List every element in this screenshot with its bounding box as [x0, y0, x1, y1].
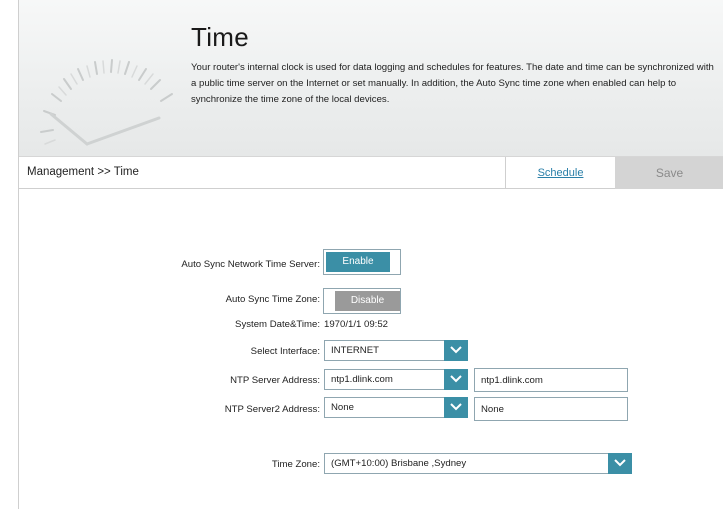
system-datetime-value: 1970/1/1 09:52 — [324, 319, 389, 330]
ntp-server2-select-value: None — [331, 402, 354, 413]
ntp-server-select-value: ntp1.dlink.com — [331, 374, 393, 385]
enable-button[interactable]: Enable — [326, 252, 390, 272]
auto-sync-ntp-label: Auto Sync Network Time Server: — [181, 259, 320, 270]
ntp-server2-input[interactable] — [475, 398, 627, 420]
page-title: Time — [191, 22, 250, 52]
ntp-server2-input-wrap — [474, 397, 628, 421]
ntp-server-input[interactable] — [475, 369, 627, 391]
chevron-down-icon — [444, 369, 468, 390]
chevron-down-icon — [444, 340, 468, 361]
clock-gauge-icon — [40, 59, 173, 146]
schedule-link[interactable]: Schedule — [505, 157, 615, 189]
time-zone-label: Time Zone: — [271, 459, 320, 470]
auto-sync-tz-toggle[interactable]: Disable — [323, 288, 401, 314]
disable-button[interactable]: Disable — [335, 291, 400, 311]
ntp-server2-select[interactable]: None — [324, 397, 468, 418]
management-bar: Management >> Time Schedule Save — [19, 157, 723, 189]
page-header: Time Your router's internal clock is use… — [19, 0, 723, 157]
ntp-server-select[interactable]: ntp1.dlink.com — [324, 369, 468, 390]
page-description: Your router's internal clock is used for… — [191, 62, 714, 105]
ntp-server2-label: NTP Server2 Address: — [224, 404, 320, 415]
select-interface-label: Select Interface: — [250, 346, 320, 357]
chevron-down-icon — [444, 397, 468, 418]
ntp-server-input-wrap — [474, 368, 628, 392]
time-zone-select[interactable]: (GMT+10:00) Brisbane ,Sydney — [324, 453, 632, 474]
breadcrumb: Management >> Time — [27, 166, 139, 178]
auto-sync-ntp-toggle[interactable]: Enable — [323, 249, 401, 275]
interface-select[interactable]: INTERNET — [324, 340, 468, 361]
chevron-down-icon — [608, 453, 632, 474]
interface-select-value: INTERNET — [331, 345, 379, 356]
system-datetime-label: System Date&Time: — [235, 319, 320, 330]
auto-sync-tz-label: Auto Sync Time Zone: — [225, 294, 320, 305]
save-button[interactable]: Save — [615, 157, 723, 189]
ntp-server-label: NTP Server Address: — [230, 375, 320, 386]
time-zone-select-value: (GMT+10:00) Brisbane ,Sydney — [331, 458, 467, 469]
app-frame: Time Your router's internal clock is use… — [18, 0, 723, 509]
